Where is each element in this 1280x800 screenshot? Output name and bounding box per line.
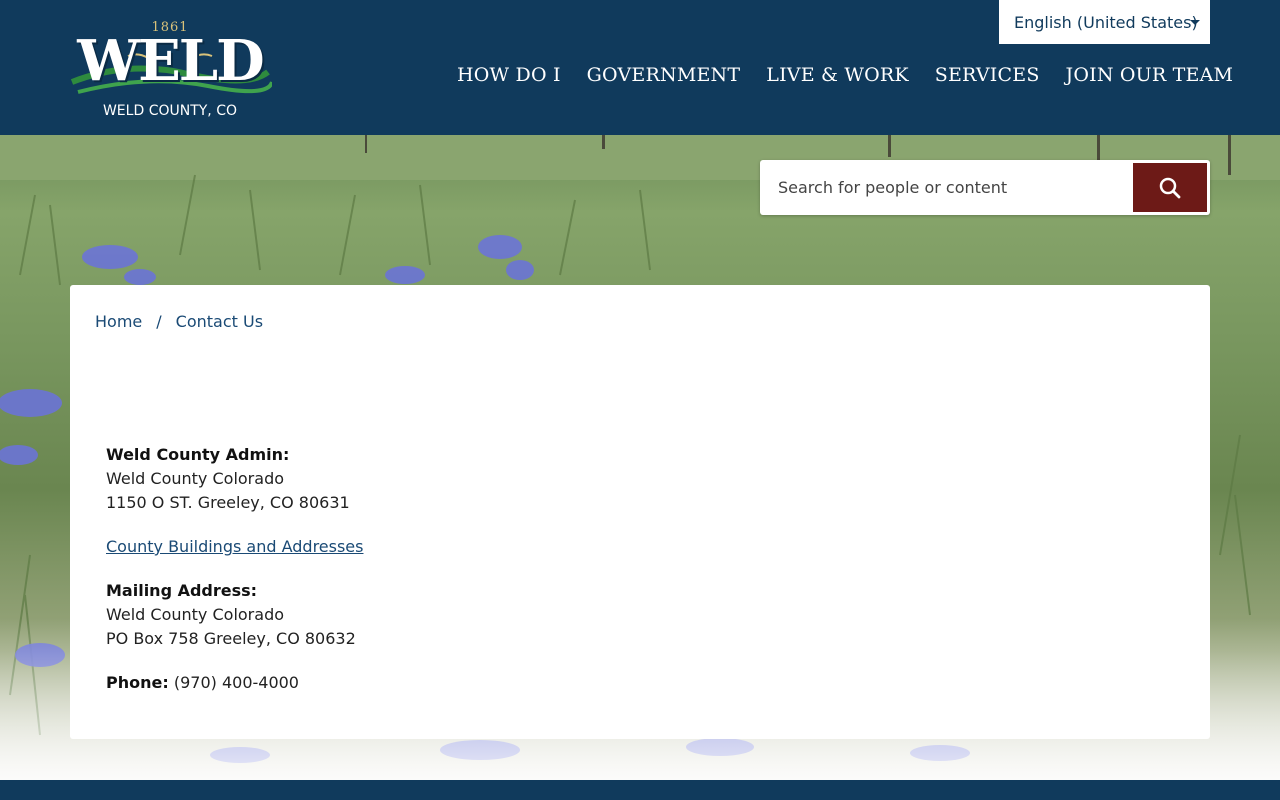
- mailing-heading: Mailing Address:: [106, 581, 258, 600]
- contact-info: Weld County Admin: Weld County Colorado …: [106, 443, 363, 695]
- search-input[interactable]: [760, 160, 1132, 215]
- weld-county-logo[interactable]: 1861 WELD WELD COUNTY, CO: [68, 12, 272, 124]
- admin-heading: Weld County Admin:: [106, 445, 290, 464]
- phone-label: Phone:: [106, 673, 169, 692]
- nav-government[interactable]: GOVERNMENT: [587, 64, 741, 94]
- nav-live-work[interactable]: LIVE & WORK: [766, 64, 909, 94]
- breadcrumb-current[interactable]: Contact Us: [176, 312, 263, 331]
- logo-subtitle: WELD COUNTY, CO: [102, 103, 238, 119]
- content-card: Home / Contact Us Weld County Admin: Wel…: [70, 285, 1210, 739]
- mailing-address-line1: Weld County Colorado: [106, 605, 285, 624]
- nav-how-do-i[interactable]: HOW DO I: [457, 64, 561, 94]
- chevron-down-icon: [1190, 20, 1200, 25]
- nav-services[interactable]: SERVICES: [935, 64, 1040, 94]
- phone-line: Phone: (970) 400-4000: [106, 671, 363, 695]
- search-button[interactable]: [1133, 163, 1207, 212]
- admin-address-line2: 1150 O ST. Greeley, CO 80631: [106, 493, 350, 512]
- language-selected-label: English (United States): [1014, 12, 1198, 32]
- logo-wordmark: WELD: [77, 28, 265, 94]
- site-search: [760, 160, 1210, 215]
- breadcrumb-home[interactable]: Home: [95, 312, 142, 331]
- breadcrumb: Home / Contact Us: [95, 312, 263, 331]
- language-selector[interactable]: English (United States): [999, 0, 1210, 44]
- footer-bar: [0, 780, 1280, 800]
- mailing-address-line2: PO Box 758 Greeley, CO 80632: [106, 629, 356, 648]
- county-buildings-link[interactable]: County Buildings and Addresses: [106, 537, 363, 556]
- admin-address-line1: Weld County Colorado: [106, 469, 285, 488]
- breadcrumb-separator: /: [156, 312, 162, 331]
- phone-number[interactable]: (970) 400-4000: [174, 673, 299, 692]
- site-header: 1861 WELD WELD COUNTY, CO English (Unite…: [0, 0, 1280, 135]
- main-nav: HOW DO I GOVERNMENT LIVE & WORK SERVICES…: [457, 64, 1233, 94]
- search-icon: [1159, 177, 1181, 198]
- nav-join-our-team[interactable]: JOIN OUR TEAM: [1066, 64, 1234, 94]
